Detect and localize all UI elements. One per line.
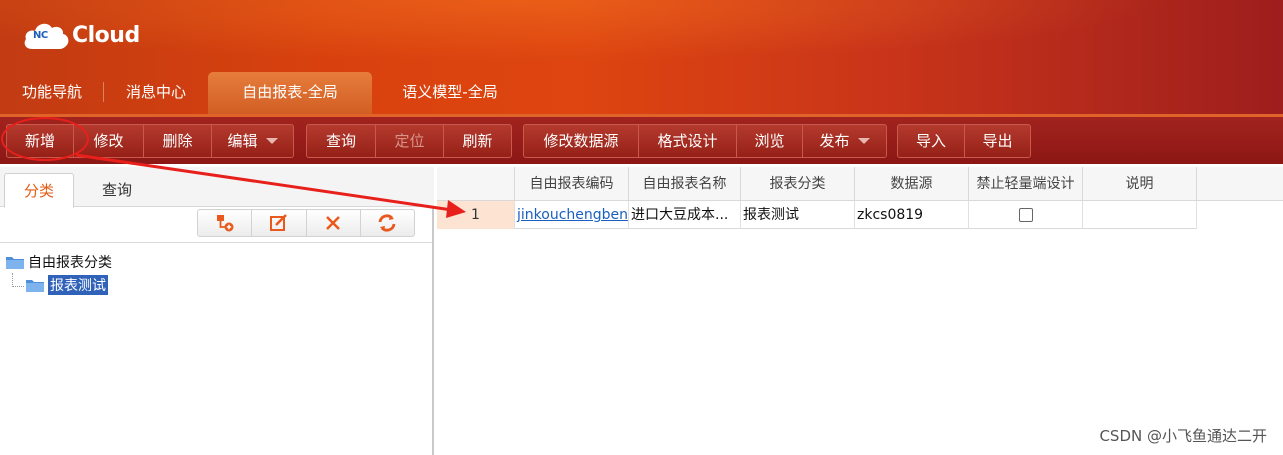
grid-header: 自由报表编码 自由报表名称 报表分类 数据源 禁止轻量端设计 说明 [437,167,1283,201]
chevron-down-icon [857,137,870,144]
nav-tab-free-report[interactable]: 自由报表-全局 [208,72,372,114]
report-category-cell: 报表测试 [741,201,855,229]
browse-button[interactable]: 浏览 [736,125,802,157]
design-button-group: 修改数据源 格式设计 浏览 发布 [523,124,887,158]
disable-light-design-checkbox[interactable] [1018,208,1033,222]
category-tree: 自由报表分类 报表测试 [0,242,432,455]
query-button[interactable]: 查询 [307,125,375,157]
nav-tab-function-nav[interactable]: 功能导航 [0,72,104,112]
column-header-disable-light-design[interactable]: 禁止轻量端设计 [969,167,1083,201]
nav-tab-message-center[interactable]: 消息中心 [104,72,208,112]
tab-query[interactable]: 查询 [80,173,154,207]
report-code-text: jinkouchengben [517,207,629,223]
io-button-group: 导入 导出 [897,124,1031,158]
row-number: 1 [437,201,515,229]
delete-button[interactable]: 删除 [143,125,211,157]
publish-label: 发布 [819,132,850,150]
disable-light-design-cell [969,201,1083,229]
add-node-icon [216,215,234,232]
record-button-group: 新增 修改 删除 编辑 [6,124,294,158]
tree-node-label: 报表测试 [48,275,108,295]
import-button[interactable]: 导入 [898,125,964,157]
edit-node-button[interactable] [251,210,305,236]
export-button[interactable]: 导出 [964,125,1030,157]
folder-icon [6,256,24,269]
locate-button[interactable]: 定位 [375,125,443,157]
delete-node-button[interactable] [305,210,360,236]
format-design-button[interactable]: 格式设计 [638,125,736,157]
column-header-code[interactable]: 自由报表编码 [515,167,629,201]
cloud-icon: NC [22,19,72,51]
refresh-button[interactable]: 刷新 [443,125,511,157]
report-code-link[interactable]: jinkouchengben [515,201,629,229]
refresh-tree-button[interactable] [359,210,414,236]
add-node-button[interactable] [198,210,251,236]
edit-dropdown-button[interactable]: 编辑 [211,125,293,157]
column-header-datasource[interactable]: 数据源 [855,167,969,201]
app-logo: NC Cloud [22,18,140,52]
column-header-description[interactable]: 说明 [1083,167,1197,201]
nav-tab-label: 功能导航 [21,83,82,101]
chevron-down-icon [265,137,278,144]
app-header: NC Cloud 功能导航 消息中心 自由报表-全局 语义模型-全局 [0,0,1283,118]
nav-tabs: 功能导航 消息中心 自由报表-全局 语义模型-全局 [0,72,1283,114]
nav-tab-semantic-model[interactable]: 语义模型-全局 [380,72,520,112]
nav-tab-label: 消息中心 [125,83,186,101]
folder-icon [26,279,44,292]
logo-text: Cloud [72,22,140,48]
refresh-icon [378,214,396,232]
description-cell [1083,201,1197,229]
tree-toolbar [197,209,415,237]
column-header-category[interactable]: 报表分类 [741,167,855,201]
tree-node-report-test[interactable]: 报表测试 [25,275,108,295]
query-button-group: 查询 定位 刷新 [306,124,512,158]
edit-label: 编辑 [227,132,258,150]
tree-node-label: 自由报表分类 [28,255,112,271]
logo-badge: NC [33,30,48,41]
toolbar: 新增 修改 删除 编辑 查询 定位 刷新 修改数据源 格式设计 浏览 发布 导入… [0,114,1283,164]
category-panel: 分类 查询 自由报表分类 报表测试 [0,167,434,455]
report-name-cell: 进口大豆成本... [629,201,741,229]
left-tabs: 分类 查询 [0,167,434,208]
datasource-cell: zkcs0819 [855,201,969,229]
column-header-name[interactable]: 自由报表名称 [629,167,741,201]
nav-tab-label: 自由报表-全局 [242,83,338,101]
column-header-index [437,167,515,201]
nav-tab-label: 语义模型-全局 [402,83,498,101]
watermark: CSDN @小飞鱼通达二开 [1099,427,1267,445]
tree-node-root[interactable]: 自由报表分类 [5,252,112,272]
modify-datasource-button[interactable]: 修改数据源 [524,125,638,157]
tab-category[interactable]: 分类 [4,173,74,208]
table-row[interactable]: 1 jinkouchengben 进口大豆成本... 报表测试 zkcs0819 [437,201,1197,229]
tree-connector [12,273,24,287]
modify-button[interactable]: 修改 [73,125,143,157]
edit-icon [269,214,287,231]
report-grid: 自由报表编码 自由报表名称 报表分类 数据源 禁止轻量端设计 说明 1 jink… [437,167,1283,455]
delete-icon [326,216,341,230]
publish-dropdown-button[interactable]: 发布 [802,125,886,157]
add-button[interactable]: 新增 [7,125,73,157]
